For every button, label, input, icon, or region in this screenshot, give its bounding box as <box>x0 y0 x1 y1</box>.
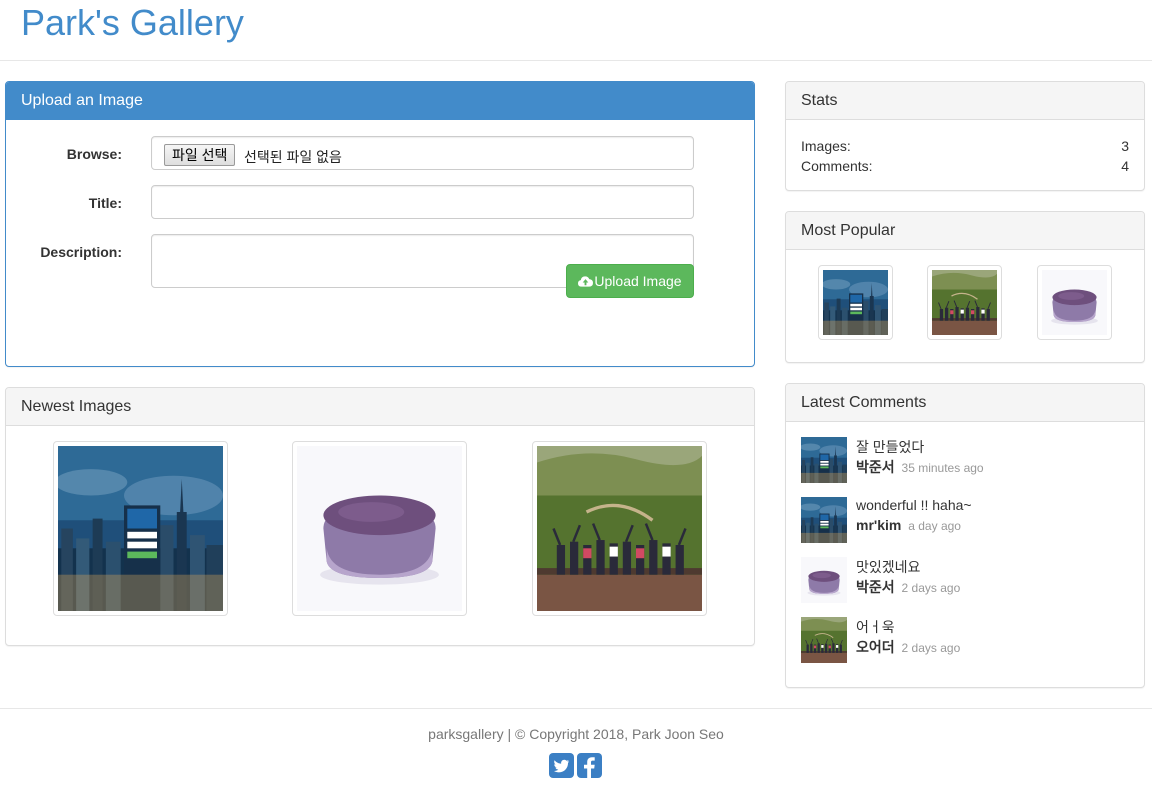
comment-item: wonderful !! haha~ mr'kim a day ago <box>801 497 1129 543</box>
city-skyline-login-image <box>823 270 888 335</box>
stat-row-comments: Comments: 4 <box>801 158 1129 174</box>
comment-author: 오어더 <box>856 639 895 655</box>
popular-image-thumbnail[interactable] <box>927 265 1002 340</box>
upload-image-button[interactable]: Upload Image <box>566 264 694 298</box>
popular-image-thumbnail[interactable] <box>1037 265 1112 340</box>
comment-item: 어ㅓ욱 오어더 2 days ago <box>801 617 1129 663</box>
newest-images-heading: Newest Images <box>6 388 754 426</box>
comment-item: 맛있겠네요 박준서 2 days ago <box>801 557 1129 603</box>
stat-row-images: Images: 3 <box>801 138 1129 154</box>
latest-comments-panel: Latest Comments 잘 만들었다 박준서 35 minutes ag… <box>785 383 1145 688</box>
stat-value: 3 <box>1121 138 1129 154</box>
comment-image-thumbnail[interactable] <box>801 557 847 603</box>
file-status-text: 선택된 파일 없음 <box>244 149 342 165</box>
comment-text: 어ㅓ욱 <box>856 619 895 635</box>
upload-panel: Upload an Image Browse: 파일 선택 선택된 파일 없음 … <box>5 81 755 367</box>
newest-images-panel: Newest Images <box>5 387 755 646</box>
comment-meta: 박준서 35 minutes ago <box>856 457 984 477</box>
comment-text: wonderful !! haha~ <box>856 497 972 513</box>
comment-meta: mr'kim a day ago <box>856 517 961 533</box>
city-skyline-login-image <box>801 437 847 483</box>
site-title[interactable]: Park's Gallery <box>21 2 244 44</box>
upload-panel-heading: Upload an Image <box>6 82 754 120</box>
popular-image-thumbnail[interactable] <box>818 265 893 340</box>
purple-cake-image <box>801 557 847 603</box>
stat-label: Images: <box>801 138 851 154</box>
file-input[interactable]: 파일 선택 선택된 파일 없음 <box>151 136 694 170</box>
comment-time: 2 days ago <box>901 581 961 595</box>
comment-text: 맛있겠네요 <box>856 559 921 575</box>
footer-copyright: parksgallery | © Copyright 2018, Park Jo… <box>428 726 724 742</box>
comment-time: 2 days ago <box>901 641 961 655</box>
comment-meta: 박준서 2 days ago <box>856 577 960 597</box>
browse-label: Browse: <box>66 146 122 162</box>
comment-image-thumbnail[interactable] <box>801 497 847 543</box>
latest-comments-heading: Latest Comments <box>786 384 1144 422</box>
comment-text: 잘 만들었다 <box>856 439 925 455</box>
city-skyline-login-image <box>58 446 223 611</box>
group-photo-image <box>801 617 847 663</box>
twitter-icon[interactable] <box>549 753 574 778</box>
cloud-upload-icon <box>578 276 594 287</box>
purple-cake-image <box>1042 270 1107 335</box>
comment-image-thumbnail[interactable] <box>801 617 847 663</box>
comment-image-thumbnail[interactable] <box>801 437 847 483</box>
upload-image-button-label: Upload Image <box>594 273 682 289</box>
comment-item: 잘 만들었다 박준서 35 minutes ago <box>801 437 1129 483</box>
comment-time: 35 minutes ago <box>901 461 984 475</box>
purple-cake-image <box>297 446 462 611</box>
comment-author: 박준서 <box>856 579 895 595</box>
site-header: Park's Gallery <box>0 0 1152 61</box>
group-photo-image <box>537 446 702 611</box>
stat-value: 4 <box>1121 158 1129 174</box>
newest-image-thumbnail[interactable] <box>532 441 707 616</box>
title-label: Title: <box>88 195 122 211</box>
title-input[interactable] <box>151 185 694 219</box>
comment-author: mr'kim <box>856 517 902 533</box>
stats-panel: Stats Images: 3 Comments: 4 <box>785 81 1145 191</box>
footer: parksgallery | © Copyright 2018, Park Jo… <box>0 708 1152 789</box>
city-skyline-login-image <box>801 497 847 543</box>
facebook-icon[interactable] <box>577 753 602 778</box>
comment-meta: 오어더 2 days ago <box>856 637 960 657</box>
stats-heading: Stats <box>786 82 1144 120</box>
newest-image-thumbnail[interactable] <box>292 441 467 616</box>
most-popular-panel: Most Popular <box>785 211 1145 363</box>
newest-image-thumbnail[interactable] <box>53 441 228 616</box>
most-popular-heading: Most Popular <box>786 212 1144 250</box>
description-label: Description: <box>40 244 122 260</box>
comment-author: 박준서 <box>856 459 895 475</box>
stat-label: Comments: <box>801 158 873 174</box>
group-photo-image <box>932 270 997 335</box>
choose-file-button[interactable]: 파일 선택 <box>164 144 236 166</box>
comment-time: a day ago <box>908 519 961 533</box>
